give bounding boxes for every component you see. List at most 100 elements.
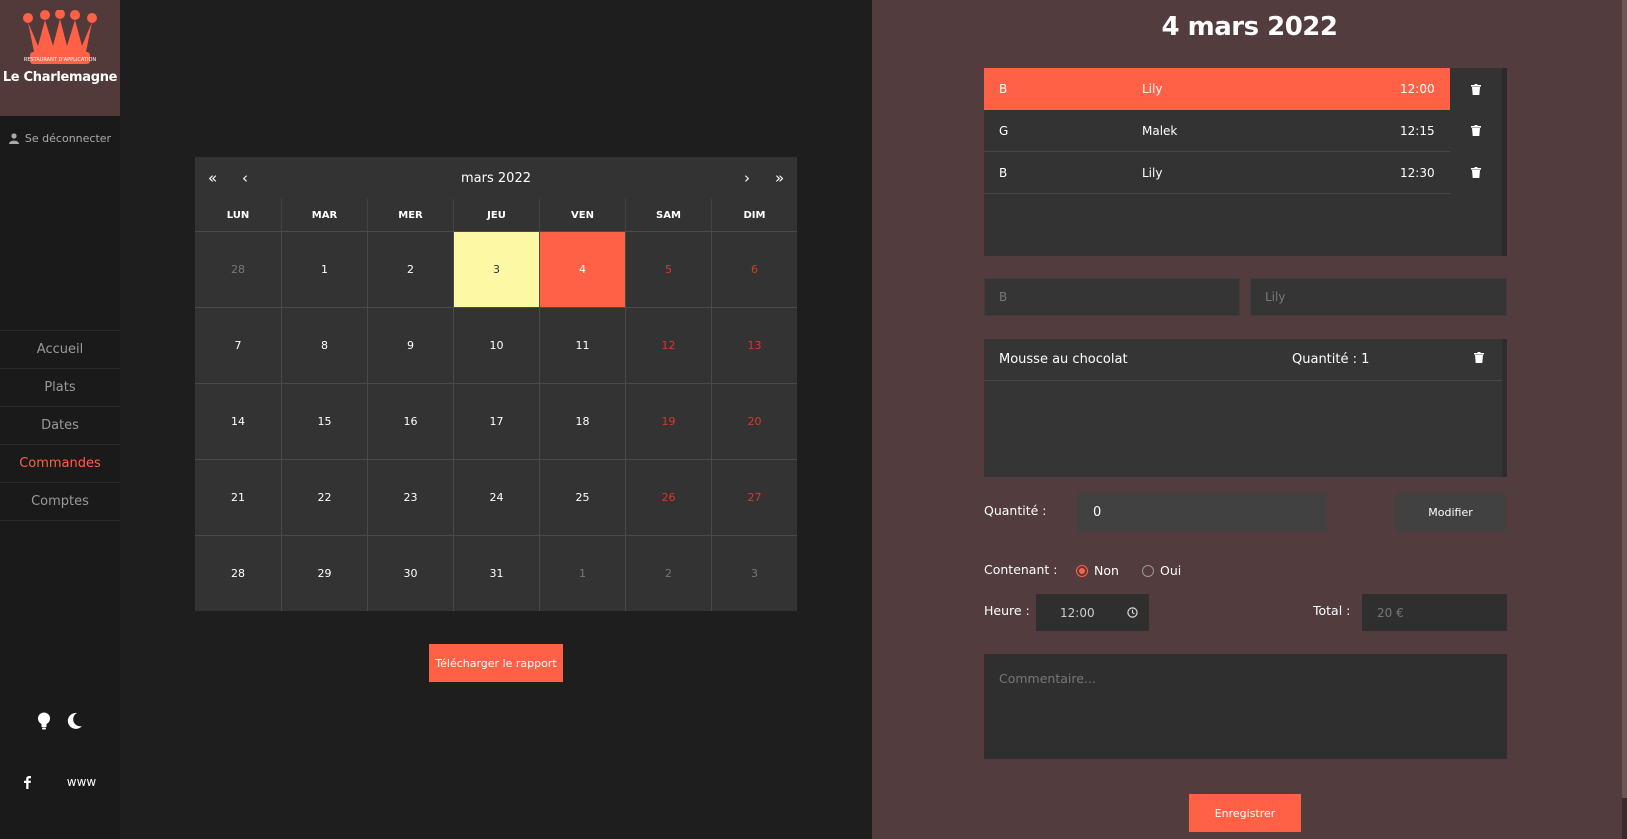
item-name: Mousse au chocolat (999, 352, 1128, 367)
calendar-day[interactable]: 25 (539, 459, 625, 535)
order-name: Lily (1142, 165, 1163, 180)
calendar-day[interactable]: 8 (281, 307, 367, 383)
user-icon (8, 133, 19, 144)
calendar-title[interactable]: mars 2022 (195, 171, 797, 186)
list-item[interactable]: Mousse au chocolat Quantité : 1 (984, 339, 1502, 381)
order-time: 12:30 (1400, 165, 1435, 180)
logout-link[interactable]: Se déconnecter (0, 132, 120, 145)
order-code: B (999, 165, 1008, 180)
moon-icon[interactable] (67, 712, 83, 730)
total-field: 20 € (1362, 594, 1507, 631)
client-code-field[interactable]: B (984, 278, 1240, 316)
save-button[interactable]: Enregistrer (1189, 794, 1301, 832)
calendar-day[interactable]: 19 (625, 383, 711, 459)
nav-item-accueil[interactable]: Accueil (0, 331, 120, 369)
time-label: Heure : (984, 603, 1030, 618)
prev-month-button[interactable]: ‹ (242, 157, 248, 199)
comment-textarea[interactable]: Commentaire... (984, 654, 1507, 759)
clock-icon[interactable] (1126, 607, 1138, 618)
quantity-label: Quantité : (984, 503, 1047, 518)
calendar-day[interactable]: 23 (367, 459, 453, 535)
calendar-day[interactable]: 10 (453, 307, 539, 383)
calendar-day[interactable]: 27 (711, 459, 797, 535)
weekday-header: DIM (711, 199, 797, 231)
order-row[interactable]: B Lily 12:00 (984, 68, 1502, 110)
delete-item-button[interactable] (1474, 352, 1484, 367)
www-link[interactable]: www (67, 775, 96, 789)
lightbulb-icon[interactable] (37, 712, 51, 730)
prev-year-button[interactable]: « (208, 157, 217, 199)
theme-switcher (0, 712, 120, 730)
calendar-day[interactable]: 28 (195, 535, 281, 611)
order-time: 12:00 (1400, 82, 1435, 96)
quantity-input[interactable]: 0 (1077, 493, 1327, 531)
delete-order-button[interactable] (1450, 68, 1502, 110)
crown-logo-icon: RESTAURANT D'APPLICATION (23, 10, 97, 64)
container-radio-oui[interactable]: Oui (1142, 563, 1181, 578)
calendar-day[interactable]: 6 (711, 231, 797, 307)
nav-item-comptes[interactable]: Comptes (0, 483, 120, 521)
time-input[interactable]: 12:00 (1036, 594, 1149, 631)
calendar-day[interactable]: 14 (195, 383, 281, 459)
delete-order-button[interactable] (1450, 109, 1502, 152)
order-code: B (999, 82, 1008, 96)
radio-label: Non (1094, 563, 1119, 578)
order-time: 12:15 (1400, 123, 1435, 138)
calendar-day[interactable]: 22 (281, 459, 367, 535)
calendar-day[interactable]: 17 (453, 383, 539, 459)
calendar-day[interactable]: 29 (281, 535, 367, 611)
calendar-day[interactable]: 12 (625, 307, 711, 383)
nav-item-plats[interactable]: Plats (0, 369, 120, 407)
calendar-day[interactable]: 4 (539, 231, 625, 307)
calendar-day[interactable]: 20 (711, 383, 797, 459)
calendar-day[interactable]: 3 (453, 231, 539, 307)
calendar-day[interactable]: 26 (625, 459, 711, 535)
trash-icon (1471, 83, 1481, 95)
calendar-day[interactable]: 2 (367, 231, 453, 307)
order-items-list: Mousse au chocolat Quantité : 1 (984, 339, 1507, 477)
modify-button[interactable]: Modifier (1395, 493, 1506, 531)
radio-dot (1142, 564, 1154, 577)
brand-badge: RESTAURANT D'APPLICATION (24, 57, 97, 63)
order-row[interactable]: B Lily 12:30 (984, 151, 1502, 194)
download-report-button[interactable]: Télécharger le rapport (429, 644, 563, 682)
calendar-day[interactable]: 30 (367, 535, 453, 611)
calendar-day[interactable]: 5 (625, 231, 711, 307)
calendar-day[interactable]: 24 (453, 459, 539, 535)
nav-item-commandes[interactable]: Commandes (0, 445, 120, 483)
calendar-day[interactable]: 16 (367, 383, 453, 459)
calendar-day[interactable]: 1 (539, 535, 625, 611)
client-name-field[interactable]: Lily (1250, 278, 1507, 316)
container-radio-non[interactable]: Non (1076, 563, 1119, 578)
calendar-day[interactable]: 11 (539, 307, 625, 383)
calendar-day[interactable]: 1 (281, 231, 367, 307)
brand-block[interactable]: RESTAURANT D'APPLICATION Le Charlemagne (0, 0, 120, 116)
scrollbar-thumb[interactable] (1622, 0, 1627, 798)
order-panel: 4 mars 2022 B Lily 12:00 G Malek 12:15 B… (872, 0, 1627, 839)
calendar-day[interactable]: 9 (367, 307, 453, 383)
calendar-day[interactable]: 18 (539, 383, 625, 459)
weekday-header: SAM (625, 199, 711, 231)
calendar-day[interactable]: 28 (195, 231, 281, 307)
panel-title: 4 mars 2022 (1161, 12, 1339, 42)
calendar-day[interactable]: 31 (453, 535, 539, 611)
delete-order-button[interactable] (1450, 151, 1502, 194)
order-name: Lily (1142, 82, 1163, 96)
calendar-header: « ‹ mars 2022 › » (195, 157, 797, 199)
next-year-button[interactable]: » (775, 157, 784, 199)
calendar-day[interactable]: 2 (625, 535, 711, 611)
order-code: G (999, 123, 1009, 138)
main-nav: Accueil Plats Dates Commandes Comptes (0, 330, 120, 521)
calendar-day[interactable]: 15 (281, 383, 367, 459)
facebook-icon[interactable] (23, 775, 31, 789)
next-month-button[interactable]: › (744, 157, 750, 199)
calendar-day[interactable]: 13 (711, 307, 797, 383)
order-name: Malek (1142, 123, 1178, 138)
weekday-header: JEU (453, 199, 539, 231)
nav-item-dates[interactable]: Dates (0, 407, 120, 445)
calendar-day[interactable]: 3 (711, 535, 797, 611)
order-row[interactable]: G Malek 12:15 (984, 109, 1502, 152)
calendar-day[interactable]: 21 (195, 459, 281, 535)
trash-icon (1474, 352, 1484, 363)
calendar-day[interactable]: 7 (195, 307, 281, 383)
